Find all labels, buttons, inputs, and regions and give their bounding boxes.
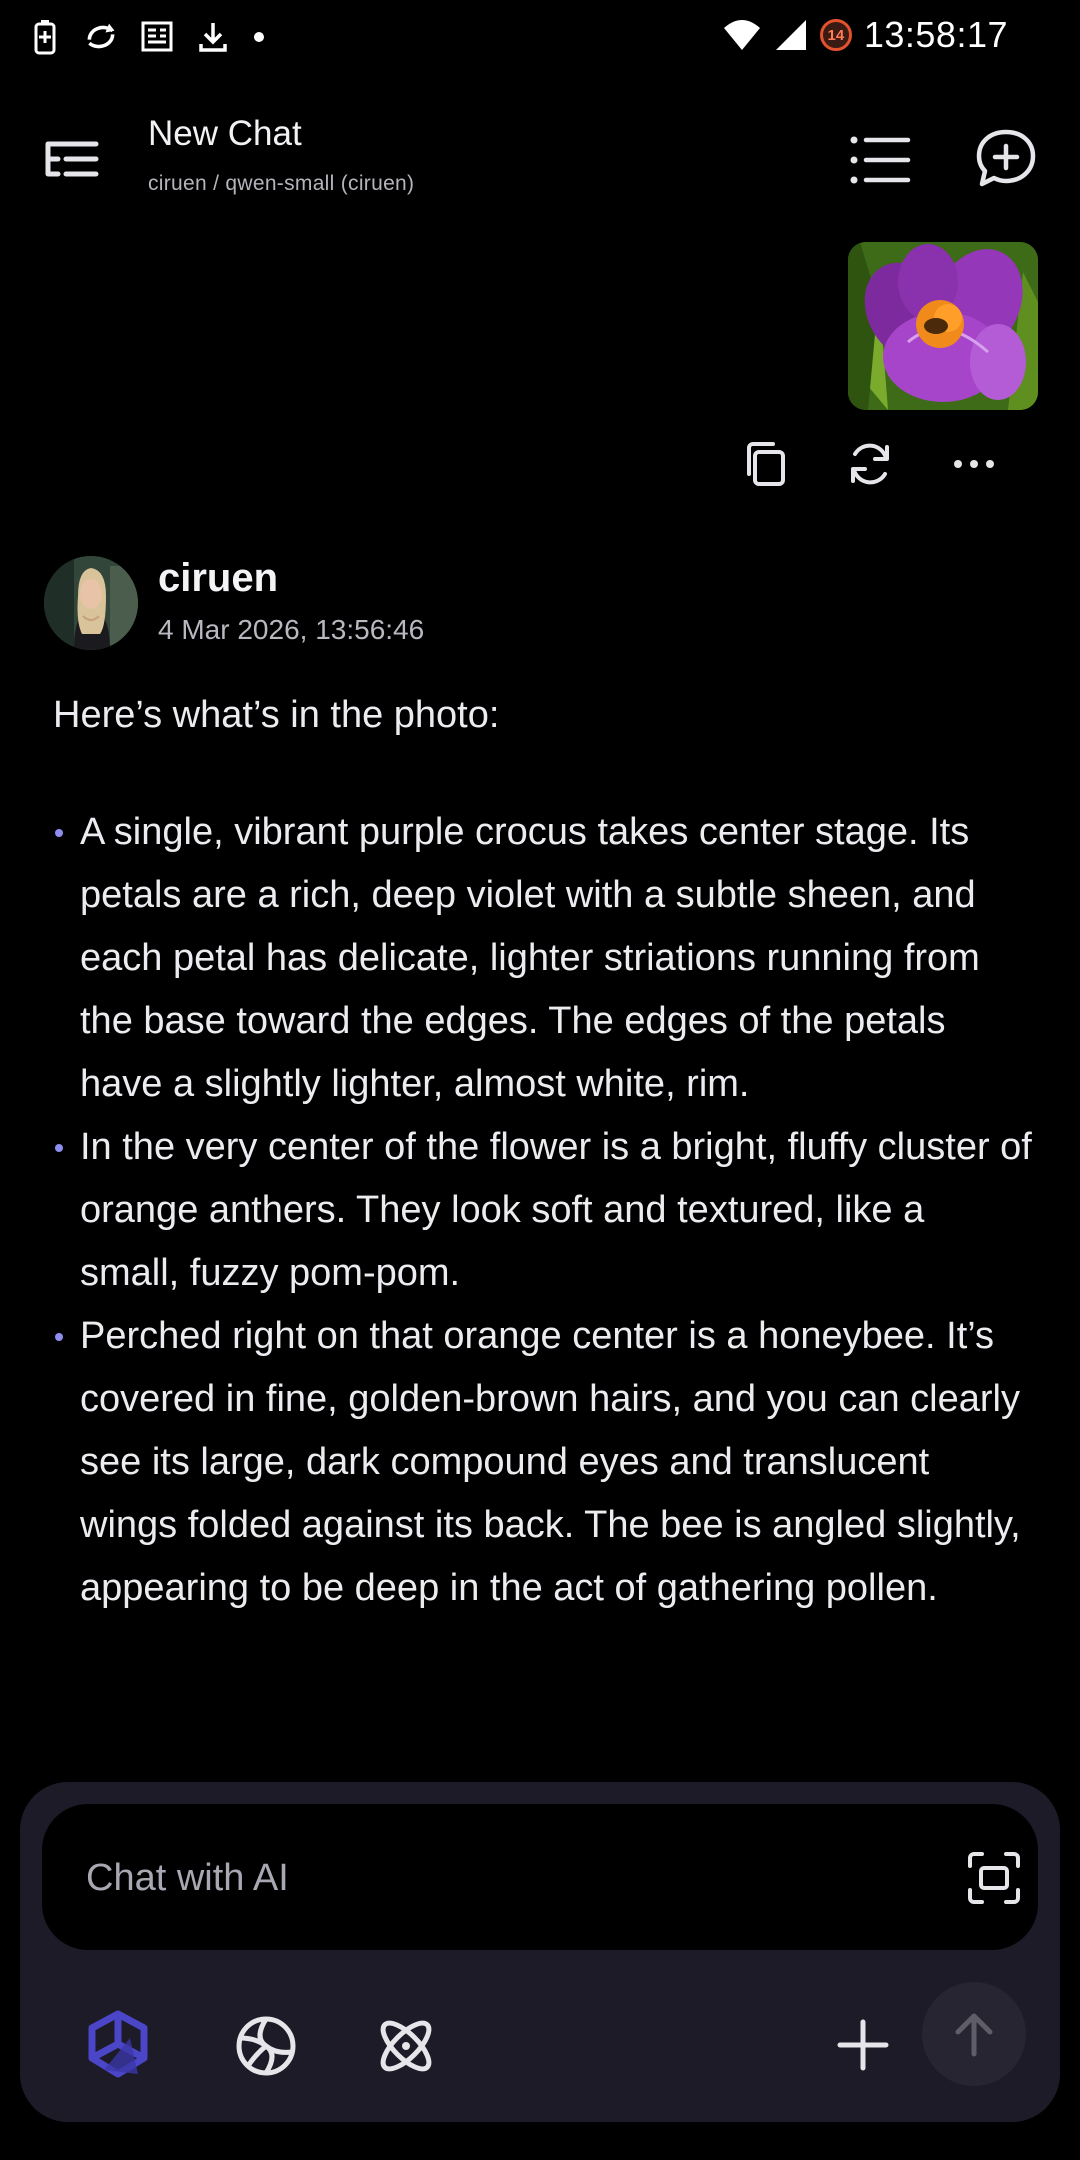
download-icon <box>199 23 227 52</box>
scan-icon[interactable] <box>966 1850 1022 1906</box>
add-icon[interactable] <box>830 2012 896 2078</box>
status-bar-right: 14 13:58:17 <box>722 14 1008 56</box>
composer <box>20 1782 1060 2122</box>
regenerate-icon[interactable] <box>842 436 898 492</box>
message-timestamp: 4 Mar 2026, 13:56:46 <box>158 614 425 645</box>
model-icon[interactable] <box>80 2008 156 2084</box>
attached-photo[interactable] <box>848 242 1038 410</box>
send-icon <box>955 2013 993 2057</box>
reasoning-icon[interactable] <box>368 2008 444 2084</box>
dot-icon <box>254 32 264 42</box>
status-time: 13:58:17 <box>863 14 1008 55</box>
response-intro: Here’s what’s in the photo: <box>53 694 500 736</box>
more-icon[interactable] <box>946 436 1002 492</box>
new-chat-icon[interactable] <box>974 126 1038 190</box>
copy-icon[interactable] <box>738 436 794 492</box>
chat-input[interactable] <box>84 1804 908 1952</box>
assistant-avatar-image <box>44 556 138 650</box>
response-bullet-list: A single, vibrant purple crocus takes ce… <box>53 801 1033 1620</box>
response-bullet: In the very center of the flower is a br… <box>53 1116 1033 1305</box>
chat-input-container <box>42 1804 1038 1952</box>
sync-icon <box>87 23 115 49</box>
status-bar-left <box>28 18 266 56</box>
model-subtitle[interactable]: ciruen / qwen-small (ciruen) <box>148 172 414 196</box>
purple-crocus-photo <box>848 242 1038 410</box>
battery-saver-icon <box>34 20 56 55</box>
web-search-icon[interactable] <box>228 2008 304 2084</box>
response-bullet: A single, vibrant purple crocus takes ce… <box>53 801 1033 1116</box>
signal-icon <box>775 20 806 50</box>
news-icon <box>141 21 173 52</box>
assistant-header: ciruen 4 Mar 2026, 13:56:46 <box>44 556 944 652</box>
avatar[interactable] <box>44 556 138 650</box>
wifi-icon <box>723 20 760 50</box>
assistant-response: Here’s what’s in the photo: A single, vi… <box>53 684 1033 1768</box>
chat-title[interactable]: New Chat <box>148 114 302 154</box>
response-bullet: Perched right on that orange center is a… <box>53 1305 1033 1620</box>
chat-screen: 14 13:58:17 New Chat ciruen / qwen-small… <box>0 0 1080 2160</box>
status-bar: 14 13:58:17 <box>0 0 1080 76</box>
list-icon[interactable] <box>848 132 912 188</box>
notification-badge: 14 <box>819 19 852 51</box>
sidebar-icon[interactable] <box>42 130 102 190</box>
assistant-name: ciruen <box>158 556 279 600</box>
message-actions <box>0 436 1080 492</box>
app-header: New Chat ciruen / qwen-small (ciruen) <box>0 100 1080 220</box>
send-button[interactable] <box>922 1982 1026 2086</box>
